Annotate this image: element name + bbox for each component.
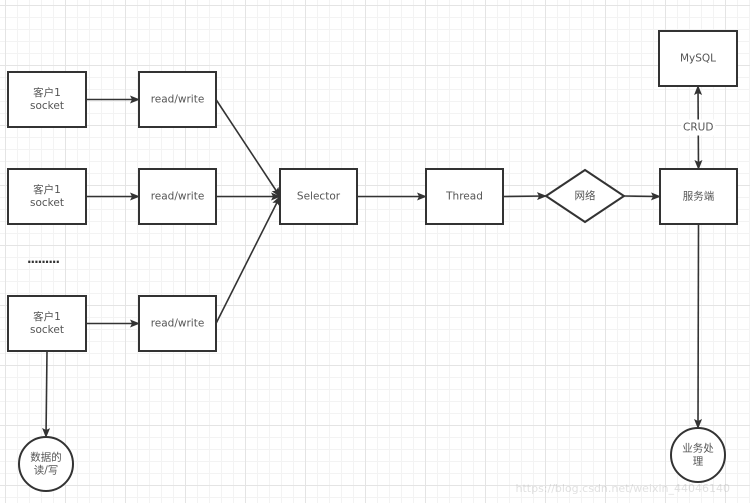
diagram-canvas: CRUD 客户1socket客户1socket客户1socketread/wri… bbox=[7, 30, 738, 492]
node-label: 客户1 bbox=[33, 310, 61, 323]
node-label: MySQL bbox=[680, 53, 716, 65]
node-server[interactable]: 服务端 bbox=[659, 168, 738, 225]
node-rw1[interactable]: read/write bbox=[138, 71, 217, 128]
node-label: read/write bbox=[151, 94, 205, 106]
watermark: https://blog.csdn.net/weixin_44046140 bbox=[515, 482, 730, 495]
edge-client3-to-data-rw[interactable] bbox=[42, 350, 51, 438]
node-label: socket bbox=[30, 197, 64, 209]
node-label: 数据的 bbox=[30, 451, 62, 464]
node-label: socket bbox=[30, 100, 64, 112]
edge-label: CRUD bbox=[683, 122, 713, 134]
node-label: 客户1 bbox=[33, 183, 61, 196]
node-business[interactable]: 业务处理 bbox=[670, 427, 726, 483]
node-client1[interactable]: 客户1socket bbox=[7, 71, 87, 128]
node-label: 业务处 bbox=[682, 442, 714, 455]
node-label: 网络 bbox=[575, 189, 596, 202]
edge-rw1-to-selector[interactable] bbox=[215, 99, 281, 198]
edge-thread-to-network[interactable] bbox=[502, 192, 547, 201]
node-network[interactable]: 网络 bbox=[544, 168, 626, 224]
node-label: 服务端 bbox=[683, 190, 715, 203]
node-label: read/write bbox=[151, 318, 205, 330]
node-label: 客户1 bbox=[33, 86, 61, 99]
node-client2[interactable]: 客户1socket bbox=[7, 168, 87, 225]
node-rw2[interactable]: read/write bbox=[138, 168, 217, 225]
node-label: Thread bbox=[445, 191, 483, 203]
node-selector[interactable]: Selector bbox=[279, 168, 358, 225]
node-mysql[interactable]: MySQL bbox=[658, 30, 738, 87]
edge-rw3-to-selector[interactable] bbox=[215, 195, 281, 324]
node-label: socket bbox=[30, 324, 64, 336]
node-rw3[interactable]: read/write bbox=[138, 295, 217, 352]
node-label: 理 bbox=[693, 456, 704, 468]
edge-network-to-server[interactable] bbox=[623, 192, 661, 201]
node-client3[interactable]: 客户1socket bbox=[7, 295, 87, 352]
ellipsis-more-clients: ········· bbox=[27, 255, 60, 269]
node-label: read/write bbox=[151, 191, 205, 203]
node-label: Selector bbox=[297, 191, 341, 203]
node-thread[interactable]: Thread bbox=[425, 168, 504, 225]
node-data-rw[interactable]: 数据的读/写 bbox=[18, 436, 74, 492]
node-label: 读/写 bbox=[34, 464, 59, 477]
edge-server-to-business[interactable] bbox=[694, 223, 703, 429]
